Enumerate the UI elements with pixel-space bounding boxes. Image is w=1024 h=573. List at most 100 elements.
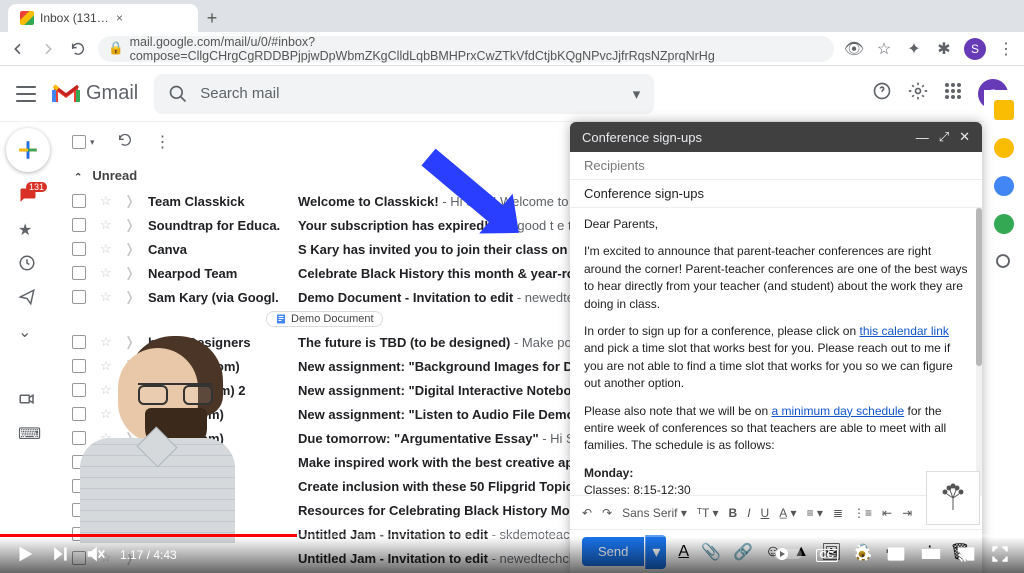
redo-icon[interactable]: ↷ — [602, 506, 612, 520]
italic-button[interactable]: I — [747, 506, 750, 520]
text-color-button[interactable]: A̲ ▾ — [779, 506, 796, 520]
importance-marker-icon[interactable]: ❭ — [124, 241, 136, 257]
search-icon — [168, 84, 188, 104]
format-toolbar: ↶ ↷ Sans Serif ▾ ᵀT ▾ B I U A̲ ▾ ≡ ▾ ≣ ⋮… — [570, 495, 982, 529]
expand-compose-icon[interactable]: ⤢ — [939, 129, 949, 145]
compose-scrollbar[interactable] — [976, 208, 982, 495]
search-dropdown-icon[interactable]: ▾ — [633, 85, 641, 103]
font-size-select[interactable]: ᵀT ▾ — [697, 506, 719, 520]
new-tab-button[interactable]: + — [198, 4, 226, 32]
indent-less-button[interactable]: ⇤ — [882, 506, 892, 520]
settings-gear-icon[interactable] — [908, 81, 928, 106]
calendar-link[interactable]: this calendar link — [860, 324, 949, 338]
miniplayer-button[interactable] — [886, 544, 906, 567]
fullscreen-button[interactable] — [990, 544, 1010, 567]
browser-profile-avatar[interactable]: S — [964, 38, 986, 60]
sender: Sam Kary (via Googl. — [148, 290, 298, 305]
star-icon[interactable]: ☆ — [100, 217, 114, 233]
importance-marker-icon[interactable]: ❭ — [124, 265, 136, 281]
contacts-addon-icon[interactable] — [994, 214, 1014, 234]
star-icon[interactable]: ☆ — [100, 193, 114, 209]
address-bar[interactable]: 🔒 mail.google.com/mail/u/0/#inbox?compos… — [98, 36, 834, 62]
presenter-overlay — [80, 318, 235, 543]
numbered-list-button[interactable]: ≣ — [833, 506, 843, 520]
row-checkbox[interactable] — [72, 242, 86, 256]
collapse-icon: ⌄ — [74, 170, 82, 181]
importance-marker-icon[interactable]: ❭ — [124, 289, 136, 305]
bold-button[interactable]: B — [729, 506, 738, 520]
close-compose-icon[interactable]: ✕ — [959, 129, 970, 145]
reload-button[interactable] — [68, 39, 88, 59]
browser-tab[interactable]: Inbox (131) - skdemoteacher@ × — [8, 4, 198, 32]
back-button[interactable] — [8, 39, 28, 59]
inbox-nav-icon[interactable]: 131 — [18, 186, 38, 206]
indent-more-button[interactable]: ⇥ — [902, 506, 912, 520]
settings-button[interactable] — [852, 544, 872, 567]
cast-button[interactable] — [956, 544, 976, 567]
compose-button[interactable] — [6, 128, 50, 172]
mute-button[interactable] — [84, 543, 106, 568]
extension-icon[interactable]: ✱ — [934, 39, 954, 59]
meet-video-icon[interactable] — [18, 390, 38, 410]
sender: Canva — [148, 242, 298, 257]
gmail-m-icon — [52, 83, 80, 105]
next-button[interactable] — [50, 544, 70, 567]
star-icon[interactable]: ☆ — [100, 289, 114, 305]
font-family-select[interactable]: Sans Serif ▾ — [622, 506, 687, 520]
undo-icon[interactable]: ↶ — [582, 506, 592, 520]
underline-button[interactable]: U — [761, 506, 770, 520]
calendar-addon-icon[interactable] — [994, 100, 1014, 120]
starred-nav-icon[interactable]: ★ — [18, 220, 38, 240]
tasks-addon-icon[interactable] — [994, 176, 1014, 196]
align-button[interactable]: ≡ ▾ — [807, 506, 823, 520]
play-button[interactable] — [14, 543, 36, 568]
row-checkbox[interactable] — [72, 194, 86, 208]
star-bookmark-icon[interactable]: ☆ — [874, 39, 894, 59]
channel-watermark[interactable] — [926, 471, 980, 525]
recipients-field[interactable]: Recipients — [570, 152, 982, 180]
keep-addon-icon[interactable] — [994, 138, 1014, 158]
url-text: mail.google.com/mail/u/0/#inbox?compose=… — [130, 35, 824, 63]
autoplay-toggle[interactable] — [774, 547, 802, 564]
more-nav-icon[interactable]: ⌄ — [18, 322, 38, 342]
forward-button[interactable] — [38, 39, 58, 59]
bulleted-list-button[interactable]: ⋮≡ — [853, 506, 872, 520]
theater-mode-button[interactable] — [920, 544, 942, 567]
minimize-compose-icon[interactable]: — — [916, 130, 929, 145]
browser-menu-icon[interactable]: ⋮ — [996, 39, 1016, 59]
star-icon[interactable]: ☆ — [100, 241, 114, 257]
left-nav: 131 ★ ⌄ ⌨ — [0, 122, 56, 573]
keyboard-icon[interactable]: ⌨ — [18, 424, 38, 444]
importance-marker-icon[interactable]: ❭ — [124, 217, 136, 233]
snoozed-nav-icon[interactable] — [18, 254, 38, 274]
select-all-checkbox[interactable]: ▾ — [72, 135, 95, 149]
compose-window: Conference sign-ups — ⤢ ✕ Recipients Con… — [570, 122, 982, 573]
addon-icon[interactable] — [994, 252, 1014, 272]
star-icon[interactable]: ☆ — [100, 265, 114, 281]
row-checkbox[interactable] — [72, 335, 86, 349]
schedule-link[interactable]: a minimum day schedule — [771, 404, 904, 418]
compose-body[interactable]: Dear Parents, I'm excited to announce th… — [570, 208, 982, 495]
row-checkbox[interactable] — [72, 218, 86, 232]
gmail-favicon — [20, 11, 34, 25]
attachment-chip[interactable]: Demo Document — [266, 311, 383, 327]
captions-button[interactable]: CC — [816, 549, 838, 562]
support-icon[interactable] — [872, 81, 892, 106]
row-checkbox[interactable] — [72, 266, 86, 280]
puzzle-extensions-icon[interactable]: ✦ — [904, 39, 924, 59]
gmail-logo[interactable]: Gmail — [52, 82, 138, 105]
sent-nav-icon[interactable] — [18, 288, 38, 308]
main-menu-button[interactable] — [16, 86, 36, 102]
row-checkbox[interactable] — [72, 290, 86, 304]
refresh-button[interactable] — [117, 132, 133, 153]
gmail-header: Gmail Search mail ▾ S — [0, 66, 1024, 122]
close-tab-icon[interactable]: × — [116, 11, 186, 25]
compose-titlebar[interactable]: Conference sign-ups — ⤢ ✕ — [570, 122, 982, 152]
subject-field[interactable]: Conference sign-ups — [570, 180, 982, 208]
more-actions-button[interactable]: ⋮ — [155, 132, 171, 152]
eye-extension-icon[interactable]: 👁 — [844, 39, 864, 59]
unread-count-badge: 131 — [26, 182, 47, 192]
search-mail-box[interactable]: Search mail ▾ — [154, 74, 654, 114]
apps-grid-icon[interactable] — [944, 82, 962, 105]
importance-marker-icon[interactable]: ❭ — [124, 193, 136, 209]
